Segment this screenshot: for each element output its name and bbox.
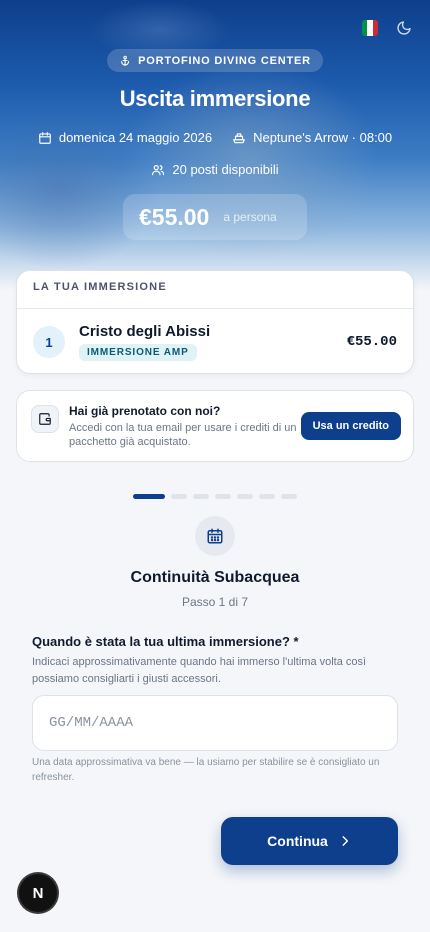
step-subtitle: Passo 1 di 7 [181, 595, 249, 609]
brand-name: PORTOFINO DIVING CENTER [138, 54, 311, 67]
users-icon [152, 164, 165, 175]
calendar-icon [39, 131, 51, 144]
continue-label: Continua [267, 833, 328, 849]
chevron-right-icon [342, 836, 348, 846]
question-label: Quando è stata la tua ultima immersione?… [32, 634, 299, 649]
page-title: Uscita immersione [119, 86, 311, 111]
question-help: Indicaci approssimativamente quando hai … [32, 656, 367, 685]
step-progress [133, 494, 297, 499]
use-credit-button[interactable]: Usa un credito [300, 412, 401, 440]
dev-badge[interactable]: N [19, 874, 57, 912]
step-dot-5 [237, 494, 253, 499]
hero-banner: PORTOFINO DIVING CENTER Uscita immersion… [0, 0, 430, 290]
summary-title: LA TUA IMMERSIONE [17, 271, 413, 309]
credit-card: Hai già prenotato con noi? Accedi con la… [16, 390, 414, 462]
step-dot-3 [193, 494, 209, 499]
step-title: Continuità Subacquea [130, 569, 300, 586]
step-dot-4 [215, 494, 231, 499]
wallet-icon [31, 405, 59, 433]
trip-boat: Neptune's Arrow · 08:00 [232, 130, 392, 145]
step-dot-1 [133, 494, 165, 499]
italian-flag-icon[interactable] [362, 20, 378, 36]
item-index: 1 [33, 326, 65, 358]
anchor-icon [121, 55, 130, 66]
calendar-step-icon [195, 516, 235, 556]
trip-date: domenica 24 maggio 2026 [38, 130, 212, 145]
top-controls [362, 20, 412, 36]
credit-title: Hai già prenotato con noi? [69, 403, 221, 418]
brand-badge: PORTOFINO DIVING CENTER [107, 49, 323, 72]
dive-name: Cristo degli Abissi [79, 323, 211, 340]
summary-item: 1 Cristo degli Abissi IMMERSIONE AMP €55… [17, 309, 413, 373]
question-note: Una data approssimativa va bene — la usi… [32, 757, 380, 783]
trip-spots: 20 posti disponibili [0, 162, 430, 177]
credit-description: Accedi con la tua email per usare i cred… [69, 421, 297, 448]
continue-button[interactable]: Continua [221, 817, 398, 865]
moon-icon[interactable] [396, 20, 412, 36]
dive-summary-card: LA TUA IMMERSIONE 1 Cristo degli Abissi … [16, 270, 414, 374]
last-dive-date-input[interactable] [32, 695, 398, 751]
trip-meta: domenica 24 maggio 2026 Neptune's Arrow … [0, 130, 430, 145]
trip-date-label: domenica 24 maggio 2026 [58, 130, 213, 145]
price-unit: a persona [223, 210, 277, 224]
boat-icon [233, 132, 245, 143]
trip-spots-label: 20 posti disponibili [172, 162, 279, 177]
step-dot-6 [259, 494, 275, 499]
price-value: €55.00 [139, 203, 210, 230]
step-dot-7 [281, 494, 297, 499]
step-dot-2 [171, 494, 187, 499]
trip-boat-label: Neptune's Arrow · 08:00 [253, 130, 393, 145]
dive-type-tag: IMMERSIONE AMP [79, 344, 197, 361]
dive-price: €55.00 [346, 334, 397, 350]
price-pill: €55.00 a persona [123, 194, 307, 240]
